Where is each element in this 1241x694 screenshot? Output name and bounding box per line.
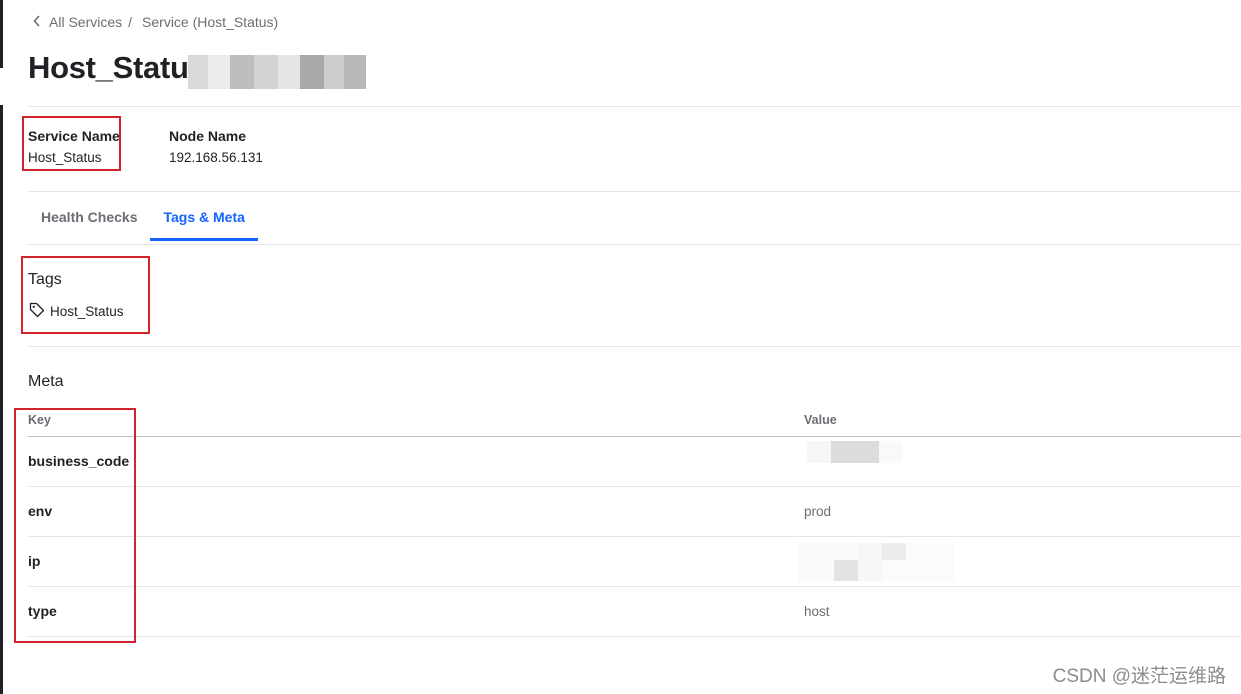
redacted-value bbox=[807, 441, 903, 463]
chevron-left-icon bbox=[33, 14, 41, 30]
node-name-field: Node Name 192.168.56.131 bbox=[169, 128, 263, 165]
divider bbox=[28, 346, 1241, 347]
divider bbox=[28, 244, 1241, 245]
tag-icon bbox=[29, 302, 50, 321]
tag-label: Host_Status bbox=[50, 304, 124, 319]
window-edge bbox=[0, 105, 3, 694]
page-title: Host_Status bbox=[28, 50, 206, 85]
service-name-value: Host_Status bbox=[28, 150, 102, 165]
tab-bar: Health Checks Tags & Meta bbox=[28, 192, 258, 244]
redacted-title-suffix bbox=[188, 55, 366, 89]
breadcrumb-separator: / bbox=[128, 14, 133, 30]
table-row: env prod bbox=[28, 487, 1241, 537]
table-row: business_code bbox=[28, 437, 1241, 487]
meta-table: Key Value business_code env prod ip type… bbox=[28, 406, 1241, 637]
tab-health-checks[interactable]: Health Checks bbox=[28, 192, 150, 244]
column-header-key: Key bbox=[28, 413, 51, 427]
all-services-link[interactable]: All Services bbox=[49, 14, 122, 30]
breadcrumb: All Services / Service (Host_Status) bbox=[33, 14, 278, 30]
column-header-value: Value bbox=[804, 413, 837, 427]
table-header: Key Value bbox=[28, 406, 1241, 437]
meta-key: business_code bbox=[28, 453, 130, 469]
tab-tags-meta[interactable]: Tags & Meta bbox=[150, 192, 258, 241]
node-name-label: Node Name bbox=[169, 128, 247, 144]
redacted-value bbox=[798, 543, 954, 581]
meta-value: prod bbox=[804, 504, 832, 519]
window-edge bbox=[0, 0, 3, 68]
meta-key: ip bbox=[28, 553, 41, 569]
tags-heading: Tags bbox=[28, 271, 62, 288]
node-name-value: 192.168.56.131 bbox=[169, 150, 263, 165]
watermark: CSDN @迷茫运维路 bbox=[1052, 666, 1226, 687]
meta-value: host bbox=[804, 604, 830, 619]
annotation-box-tags bbox=[21, 256, 150, 334]
breadcrumb-current[interactable]: Service (Host_Status) bbox=[142, 14, 278, 30]
meta-key: env bbox=[28, 503, 53, 519]
table-row: ip bbox=[28, 537, 1241, 587]
tag-item: Host_Status bbox=[29, 302, 124, 321]
service-name-field: Service Name Host_Status bbox=[28, 128, 120, 165]
divider bbox=[28, 106, 1241, 107]
table-row: type host bbox=[28, 587, 1241, 637]
meta-key: type bbox=[28, 603, 57, 619]
meta-heading: Meta bbox=[28, 373, 64, 390]
service-name-label: Service Name bbox=[28, 128, 120, 144]
